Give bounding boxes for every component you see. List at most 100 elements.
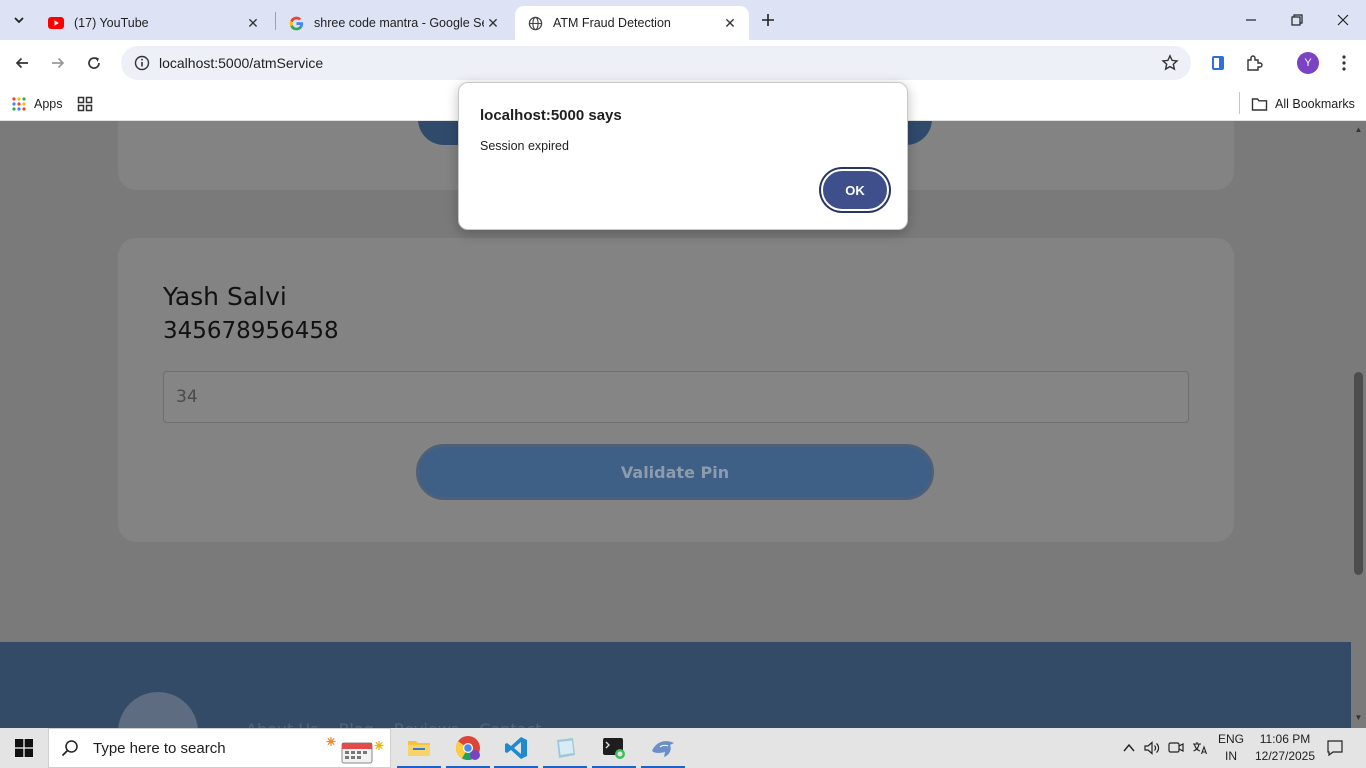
forward-button[interactable] (44, 49, 72, 77)
site-info-icon[interactable] (127, 55, 157, 71)
tab-title: ATM Fraud Detection (553, 16, 671, 30)
url-text[interactable]: localhost:5000/atmService (159, 55, 323, 71)
chrome-icon (455, 736, 480, 761)
notes-app-icon (557, 738, 575, 758)
all-bookmarks-label: All Bookmarks (1275, 97, 1355, 111)
taskbar-clock[interactable]: 11:06 PM 12/27/2025 (1250, 731, 1320, 765)
alert-dialog: localhost:5000 says Session expired OK (458, 82, 908, 230)
terminal-icon (603, 738, 625, 759)
pin-input[interactable] (163, 371, 1189, 423)
arrow-right-icon (52, 57, 65, 69)
tab-atm-fraud-detection[interactable]: ATM Fraud Detection ✕ (515, 6, 749, 40)
ok-button[interactable]: OK (821, 169, 889, 211)
language-indicator[interactable]: ENG IN (1214, 731, 1248, 765)
notification-icon (1327, 740, 1343, 757)
side-panel-icon[interactable] (1207, 52, 1229, 74)
tab-groups-button[interactable] (77, 92, 93, 116)
tab-groups-icon (77, 96, 93, 112)
arrow-left-icon (15, 57, 28, 69)
start-button[interactable] (0, 728, 48, 768)
plus-icon (762, 14, 774, 26)
bookmark-apps-label: Apps (34, 97, 63, 111)
input-method-icon (1193, 742, 1208, 755)
footer-logo (118, 692, 198, 728)
search-icon (61, 740, 78, 757)
language-region: IN (1225, 749, 1237, 763)
youtube-icon (48, 15, 64, 31)
folder-icon (1251, 97, 1268, 111)
apps-grid-icon (12, 97, 26, 111)
taskbar-vscode[interactable] (492, 728, 540, 768)
tab-strip: (17) YouTube ✕ shree code mantra - Googl… (0, 0, 1366, 40)
reload-button[interactable] (80, 49, 108, 77)
tab-search-button[interactable] (6, 8, 32, 32)
tab-title: shree code mantra - Google Se (314, 16, 484, 30)
footer-link-contact[interactable]: Contact (479, 720, 541, 728)
new-tab-button[interactable] (756, 8, 780, 32)
minimize-button[interactable] (1228, 0, 1274, 40)
folder-icon (408, 741, 430, 756)
taskbar-chrome[interactable] (444, 728, 492, 768)
scroll-thumb[interactable] (1354, 372, 1363, 575)
footer-link-about[interactable]: About Us (246, 720, 318, 728)
clock-date: 12/27/2025 (1254, 749, 1316, 763)
footer-link-reviews[interactable]: Reviews (394, 720, 459, 728)
vscode-icon (505, 737, 527, 759)
all-bookmarks-button[interactable]: All Bookmarks (1251, 92, 1355, 116)
pin-validation-card: Yash Salvi 345678956458 Validate Pin (118, 238, 1234, 542)
reload-icon (88, 57, 100, 69)
page-footer: About Us Blog Reviews Contact (0, 642, 1351, 728)
search-placeholder: Type here to search (93, 739, 226, 757)
input-method-button[interactable] (1189, 728, 1211, 768)
google-icon (288, 15, 304, 31)
back-button[interactable] (8, 49, 36, 77)
footer-links: About Us Blog Reviews Contact (246, 720, 541, 728)
globe-icon (527, 15, 543, 31)
chevron-up-icon (1123, 743, 1135, 752)
speaker-icon (1144, 741, 1160, 755)
menu-kebab-icon[interactable] (1333, 52, 1355, 74)
bookmarks-separator (1239, 92, 1240, 114)
extensions-puzzle-icon[interactable] (1243, 52, 1265, 74)
page-scrollbar[interactable]: ▲ ▼ (1351, 121, 1366, 728)
dialog-message: Session expired (480, 139, 569, 153)
chevron-down-icon (14, 17, 24, 24)
footer-link-blog[interactable]: Blog (338, 720, 373, 728)
close-window-button[interactable] (1320, 0, 1366, 40)
restore-button[interactable] (1274, 0, 1320, 40)
calendar-celebration-icon (326, 737, 384, 764)
show-hidden-icons-button[interactable] (1119, 728, 1139, 768)
bookmark-star-icon[interactable] (1161, 54, 1179, 72)
restore-icon (1291, 14, 1303, 26)
tab-title: (17) YouTube (74, 16, 149, 30)
account-number: 345678956458 (163, 318, 339, 344)
validate-pin-button[interactable]: Validate Pin (416, 444, 934, 500)
windows-logo-icon (15, 739, 33, 757)
taskbar-file-explorer[interactable] (395, 728, 443, 768)
close-tab-icon[interactable]: ✕ (721, 14, 739, 32)
scroll-up-arrow-icon[interactable]: ▲ (1354, 125, 1363, 134)
tab-google-search[interactable]: shree code mantra - Google Se ✕ (276, 6, 512, 40)
address-bar[interactable]: localhost:5000/atmService (121, 46, 1191, 80)
browser-toolbar: localhost:5000/atmService Y (0, 40, 1366, 86)
close-icon (1337, 14, 1349, 26)
taskbar-dolphin-app[interactable] (639, 728, 687, 768)
taskbar-search-box[interactable]: Type here to search (48, 728, 391, 768)
meet-now-button[interactable] (1165, 728, 1187, 768)
close-tab-icon[interactable]: ✕ (244, 14, 262, 32)
windows-taskbar: Type here to search ENG IN 11:06 PM 12/2… (0, 728, 1366, 768)
notifications-button[interactable] (1320, 728, 1350, 768)
taskbar-notes-app[interactable] (541, 728, 589, 768)
bookmark-apps[interactable]: Apps (11, 92, 63, 116)
tab-youtube[interactable]: (17) YouTube ✕ (36, 6, 272, 40)
profile-avatar[interactable]: Y (1297, 52, 1319, 74)
taskbar-terminal[interactable] (590, 728, 638, 768)
volume-button[interactable] (1141, 728, 1163, 768)
close-tab-icon[interactable]: ✕ (484, 14, 502, 32)
dialog-title: localhost:5000 says (480, 107, 622, 124)
scroll-down-arrow-icon[interactable]: ▼ (1354, 713, 1363, 722)
camera-icon (1168, 742, 1184, 753)
customer-name: Yash Salvi (163, 282, 287, 311)
dolphin-icon (652, 741, 674, 757)
language-code: ENG (1217, 732, 1244, 746)
